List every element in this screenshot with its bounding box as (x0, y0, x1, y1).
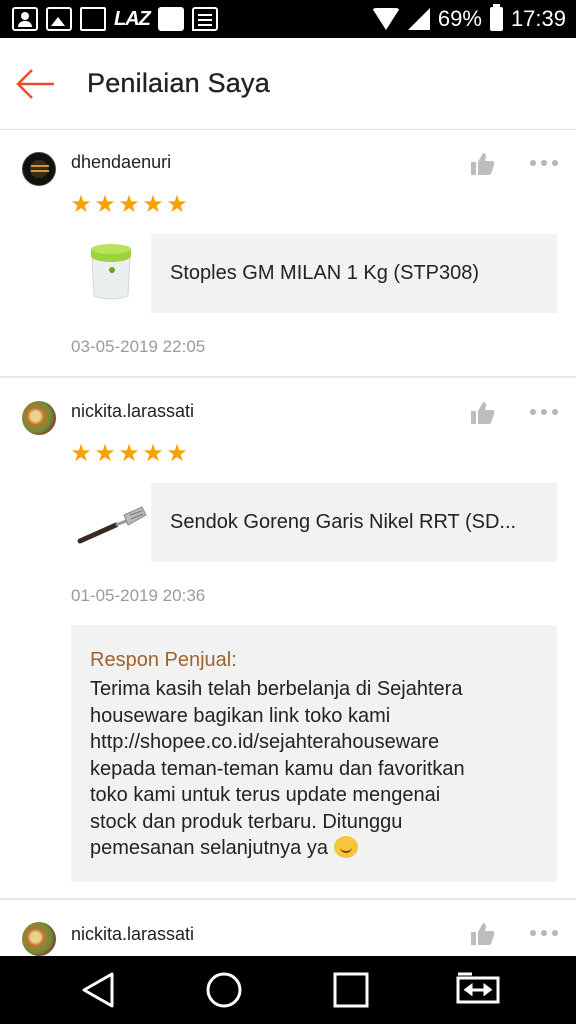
review-card: dhendaenuri ★ ★ ★ ★ ★ Stoples GM MILAN 1… (0, 130, 576, 378)
star-icon: ★ (94, 191, 116, 218)
contact-card-icon (12, 7, 38, 31)
wifi-icon (371, 8, 400, 30)
clock: 17:39 (510, 6, 566, 31)
more-options-button[interactable] (530, 407, 558, 417)
reviewer-username[interactable]: nickita.larassati (71, 401, 194, 422)
star-icon: ★ (166, 440, 188, 467)
star-icon: ★ (94, 440, 116, 467)
nav-recents-button[interactable] (311, 956, 391, 1024)
seller-response-text: Terima kasih telah berbelanja di Sejahte… (90, 676, 539, 862)
game-icon (157, 7, 184, 31)
avatar[interactable] (22, 152, 56, 186)
star-icon: ★ (118, 440, 140, 467)
review-date: 01-05-2019 20:36 (71, 586, 206, 605)
app-header: Penilaian Saya (0, 38, 576, 130)
star-icon: ★ (70, 440, 92, 467)
reviewer-username[interactable]: dhendaenuri (71, 152, 171, 173)
thumbs-up-icon (471, 402, 495, 424)
spatula-image (77, 506, 147, 544)
like-button[interactable] (470, 921, 496, 947)
smile-emoji-icon (333, 836, 358, 858)
avatar[interactable] (22, 401, 56, 435)
seller-response-line: pemesanan selanjutnya ya (90, 837, 328, 859)
recents-square-icon (333, 972, 369, 1008)
seller-response-line: houseware bagikan link toko kami (90, 704, 391, 727)
battery-percent: 69% (437, 6, 482, 31)
product-image[interactable] (72, 232, 150, 312)
star-icon: ★ (70, 191, 92, 218)
like-button[interactable] (470, 151, 496, 177)
avatar[interactable] (22, 922, 56, 956)
status-bar: LAZ 69% 17:39 (0, 0, 576, 38)
star-icon: ★ (142, 191, 164, 218)
seller-response-line-last: pemesanan selanjutnya ya (90, 835, 539, 862)
product-name: Sendok Goreng Garis Nikel RRT (SD... (170, 511, 517, 533)
signal-icon (407, 8, 430, 30)
seller-response-line: Terima kasih telah berbelanja di Sejahte… (90, 678, 463, 700)
news-icon (80, 7, 106, 31)
home-circle-icon (206, 972, 242, 1008)
photo-icon (46, 7, 72, 31)
review-card: nickita.larassati ★ ★ ★ ★ ★ Sendok Goren… (0, 379, 576, 900)
message-icon (191, 7, 218, 31)
like-button[interactable] (470, 400, 496, 426)
seller-response-line: kepada teman-teman kamu dan favoritkan (90, 757, 465, 780)
product-image[interactable] (72, 481, 150, 561)
seller-response-label: Respon Penjual: (90, 649, 237, 671)
thumbs-up-icon (471, 153, 495, 175)
review-card: nickita.larassati (0, 902, 576, 956)
seller-response-line: http://shopee.co.id/sejahterahouseware (90, 731, 440, 753)
nav-screen-switch-button[interactable] (438, 956, 518, 1024)
star-rating: ★ ★ ★ ★ ★ (70, 193, 188, 217)
reviewer-username[interactable]: nickita.larassati (71, 924, 194, 945)
star-rating: ★ ★ ★ ★ ★ (70, 442, 188, 466)
notification-icons: LAZ (12, 6, 218, 32)
more-options-button[interactable] (530, 928, 558, 938)
system-nav-bar (0, 956, 576, 1024)
back-button[interactable] (14, 64, 58, 104)
star-icon: ★ (166, 191, 188, 218)
thumbs-up-icon (471, 923, 495, 945)
page-title: Penilaian Saya (87, 68, 270, 98)
product-link[interactable]: Stoples GM MILAN 1 Kg (STP308) (151, 234, 557, 313)
more-options-button[interactable] (530, 158, 558, 168)
back-triangle-icon (82, 972, 114, 1008)
battery-icon (489, 4, 503, 31)
lazada-icon: LAZ (114, 7, 151, 30)
star-icon: ★ (142, 440, 164, 467)
screen-switch-icon (456, 972, 500, 1004)
review-date: 03-05-2019 22:05 (71, 337, 206, 356)
nav-back-button[interactable] (58, 956, 138, 1024)
jar-image (91, 244, 131, 300)
seller-response: Respon Penjual: Terima kasih telah berbe… (71, 625, 557, 882)
product-name: Stoples GM MILAN 1 Kg (STP308) (170, 262, 480, 284)
arrow-left-icon (16, 69, 54, 99)
seller-response-line: toko kami untuk terus update mengenai (90, 784, 441, 806)
nav-home-button[interactable] (184, 956, 264, 1024)
product-link[interactable]: Sendok Goreng Garis Nikel RRT (SD... (151, 483, 557, 562)
seller-response-line: stock dan produk terbaru. Ditunggu (90, 810, 403, 833)
system-status: 69% 17:39 (371, 0, 566, 38)
star-icon: ★ (118, 191, 140, 218)
